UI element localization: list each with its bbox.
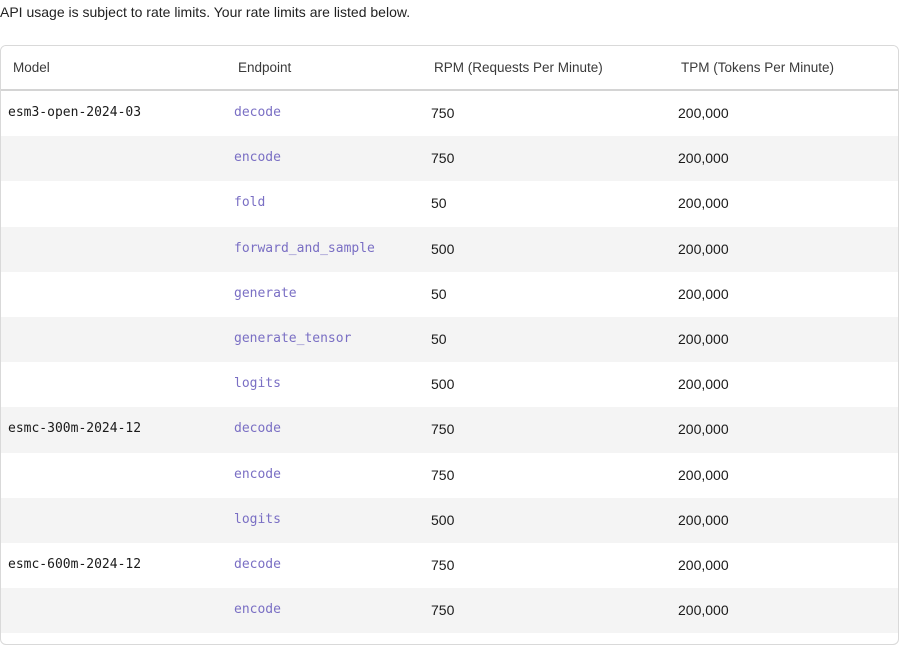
- tpm-cell: 200,000: [678, 602, 729, 619]
- tpm-cell: 200,000: [678, 330, 729, 347]
- rpm-cell: 750: [431, 466, 455, 483]
- endpoint-cell[interactable]: forward_and_sample: [234, 241, 375, 256]
- table-row: generate_tensor 50 200,000: [1, 316, 898, 363]
- endpoint-cell[interactable]: logits: [234, 376, 281, 391]
- tpm-cell: 200,000: [678, 150, 729, 167]
- endpoint-cell[interactable]: logits: [234, 512, 281, 527]
- rpm-cell: 50: [431, 330, 447, 347]
- tpm-cell: 200,000: [678, 285, 729, 302]
- endpoint-cell[interactable]: decode: [234, 105, 281, 120]
- rpm-cell: 750: [431, 421, 455, 438]
- table-row: fold 50 200,000: [1, 181, 898, 226]
- rpm-cell: 500: [431, 240, 455, 257]
- table-header: Model Endpoint RPM (Requests Per Minute)…: [1, 46, 898, 91]
- header-model: Model: [13, 60, 50, 75]
- tpm-cell: 200,000: [678, 466, 729, 483]
- table-row: logits 500 200,000: [1, 497, 898, 543]
- endpoint-cell[interactable]: encode: [234, 602, 281, 617]
- rate-limits-table: Model Endpoint RPM (Requests Per Minute)…: [0, 45, 899, 645]
- header-tpm: TPM (Tokens Per Minute): [681, 60, 835, 75]
- endpoint-cell[interactable]: generate: [234, 286, 297, 301]
- rpm-cell: 750: [431, 602, 455, 619]
- model-cell: esmc-600m-2024-12: [8, 556, 142, 572]
- header-rpm: RPM (Requests Per Minute): [434, 60, 603, 75]
- intro-text: API usage is subject to rate limits. You…: [0, 4, 411, 20]
- table-row: encode 750 200,000: [1, 136, 898, 182]
- model-cell: esmc-300m-2024-12: [8, 421, 142, 437]
- table-row: encode 750 200,000: [1, 588, 898, 634]
- tpm-cell: 200,000: [678, 105, 729, 121]
- table-row: esm3-open-2024-03 decode 750 200,000: [1, 91, 898, 136]
- rpm-cell: 750: [431, 150, 455, 167]
- tpm-cell: 200,000: [678, 556, 729, 573]
- table-row: esmc-300m-2024-12 decode 750 200,000: [1, 407, 898, 453]
- rpm-cell: 50: [431, 195, 447, 212]
- header-endpoint: Endpoint: [238, 60, 292, 75]
- rpm-cell: 750: [431, 105, 455, 121]
- endpoint-cell[interactable]: encode: [234, 150, 281, 165]
- rpm-cell: 500: [431, 376, 455, 393]
- model-cell: esm3-open-2024-03: [8, 105, 142, 120]
- table-row: generate 50 200,000: [1, 272, 898, 317]
- rpm-cell: 750: [431, 556, 455, 573]
- table-body: esm3-open-2024-03 decode 750 200,000 encode 7…: [1, 91, 898, 634]
- tpm-cell: 200,000: [678, 511, 729, 528]
- table-row: esmc-600m-2024-12 decode 750 200,000: [1, 543, 898, 588]
- endpoint-cell[interactable]: fold: [234, 195, 265, 210]
- table-row: logits 500 200,000: [1, 362, 898, 407]
- tpm-cell: 200,000: [678, 240, 729, 257]
- endpoint-cell[interactable]: encode: [234, 467, 281, 482]
- endpoint-cell[interactable]: decode: [234, 421, 281, 436]
- tpm-cell: 200,000: [678, 376, 729, 393]
- tpm-cell: 200,000: [678, 195, 729, 212]
- rpm-cell: 500: [431, 511, 455, 528]
- tpm-cell: 200,000: [678, 421, 729, 438]
- endpoint-cell[interactable]: generate_tensor: [234, 331, 351, 346]
- rpm-cell: 50: [431, 285, 447, 302]
- table-row: forward_and_sample 500 200,000: [1, 226, 898, 272]
- endpoint-cell[interactable]: decode: [234, 557, 281, 572]
- table-row: encode 750 200,000: [1, 453, 898, 498]
